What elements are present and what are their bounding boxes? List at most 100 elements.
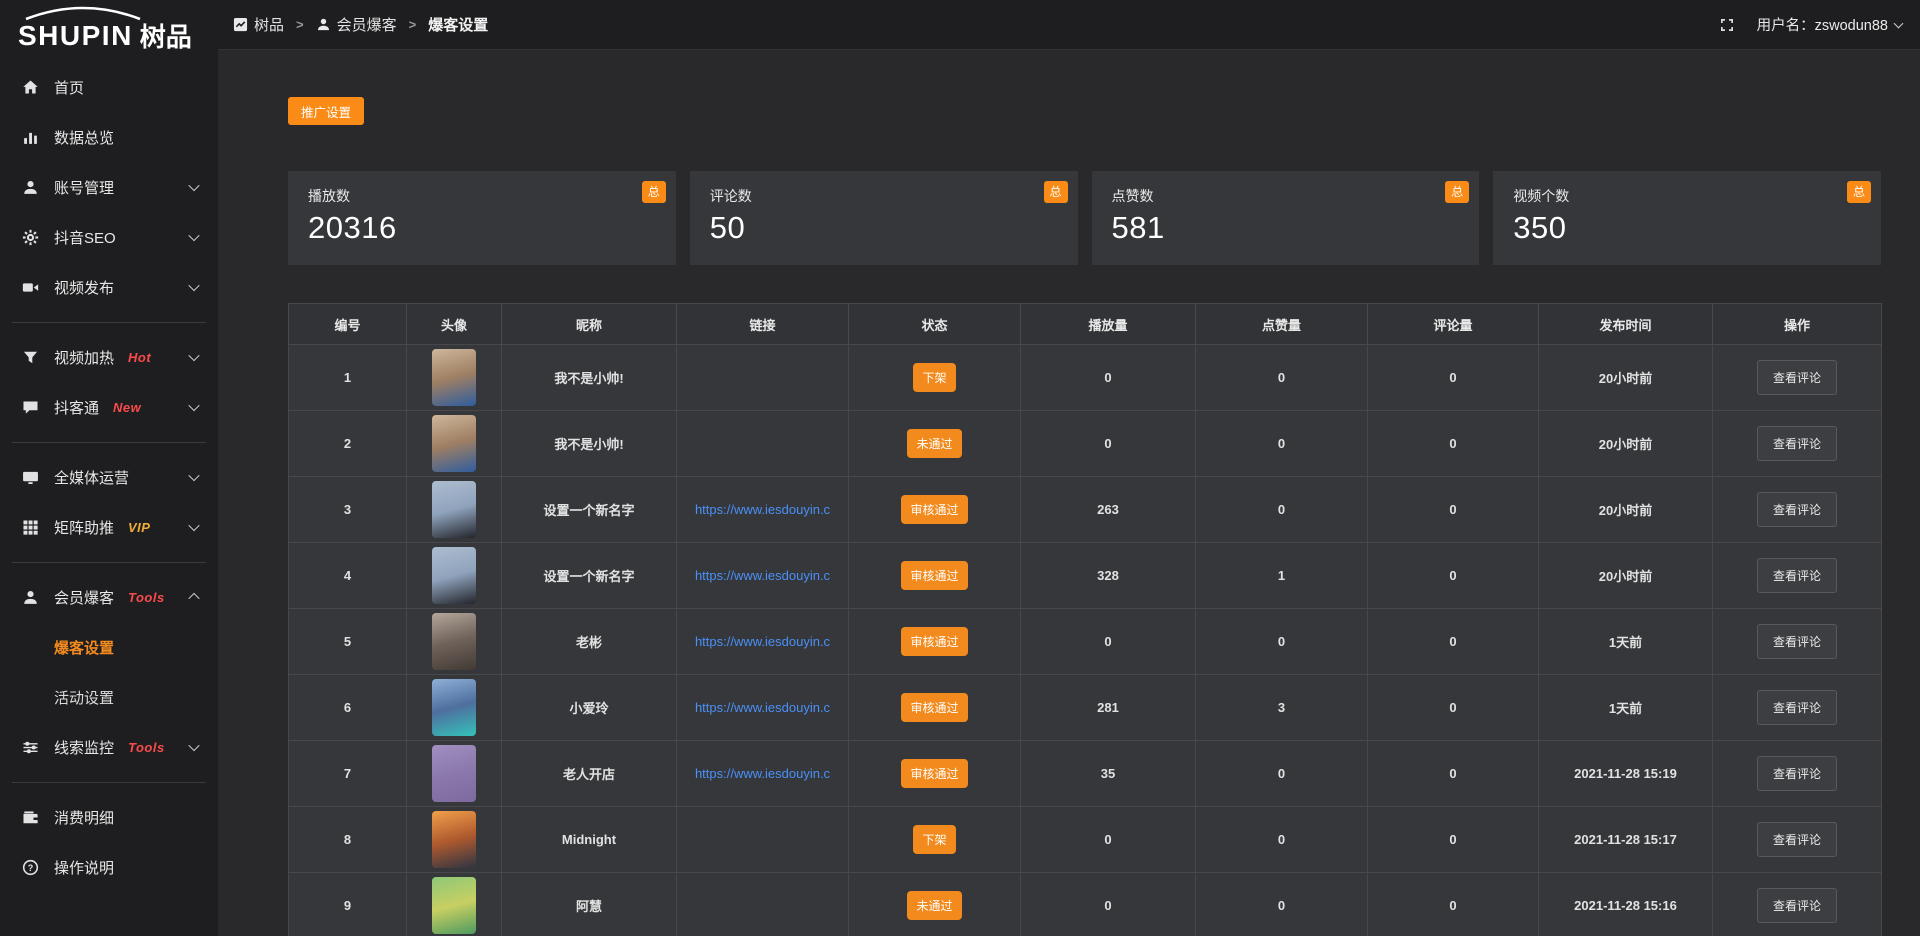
view-comments-button[interactable]: 查看评论 [1757, 558, 1837, 593]
view-comments-button[interactable]: 查看评论 [1757, 426, 1837, 461]
sidebar-item[interactable]: 线索监控Tools [0, 722, 218, 772]
status-badge: 审核通过 [901, 627, 967, 656]
video-table-wrap: 编号头像昵称链接状态播放量点赞量评论量发布时间操作 1我不是小帅!下架00020… [288, 303, 1881, 936]
sidebar-item[interactable]: 消费明细 [0, 792, 218, 842]
sidebar-subitem-label: 活动设置 [54, 687, 114, 708]
username-menu[interactable]: 用户名：zswodun88 [1757, 14, 1902, 35]
cell-status: 审核通过 [849, 675, 1021, 741]
member-icon [22, 589, 39, 606]
column-header: 链接 [677, 304, 849, 345]
cell-link [677, 807, 849, 873]
column-header: 点赞量 [1196, 304, 1368, 345]
cell-action: 查看评论 [1713, 477, 1882, 543]
video-link[interactable]: https://www.iesdouyin.c [678, 700, 847, 715]
cell-likes: 0 [1196, 741, 1368, 807]
cell-id: 6 [289, 675, 407, 741]
table-row: 5老彬https://www.iesdouyin.c审核通过0001天前查看评论 [289, 609, 1882, 675]
stat-card-label: 播放数 [308, 186, 656, 206]
view-comments-button[interactable]: 查看评论 [1757, 756, 1837, 791]
sidebar-item[interactable]: 矩阵助推VIP [0, 502, 218, 552]
cell-status: 审核通过 [849, 477, 1021, 543]
table-row: 2我不是小帅!未通过00020小时前查看评论 [289, 411, 1882, 477]
cell-comments: 0 [1368, 543, 1539, 609]
view-comments-button[interactable]: 查看评论 [1757, 360, 1837, 395]
cell-plays: 0 [1021, 609, 1196, 675]
topbar: 树品>会员爆客>爆客设置 用户名：zswodun88 [218, 0, 1920, 50]
sidebar-item[interactable]: 全媒体运营 [0, 452, 218, 502]
sidebar-item[interactable]: 视频发布 [0, 262, 218, 312]
view-comments-button[interactable]: 查看评论 [1757, 822, 1837, 857]
sidebar-subitem[interactable]: 活动设置 [0, 672, 218, 722]
view-comments-button[interactable]: 查看评论 [1757, 492, 1837, 527]
dashboard-icon [233, 17, 248, 32]
cell-nickname: 设置一个新名字 [502, 477, 677, 543]
cell-id: 4 [289, 543, 407, 609]
sidebar-item[interactable]: 数据总览 [0, 112, 218, 162]
breadcrumb-item[interactable]: 爆客设置 [428, 14, 488, 35]
sidebar-item[interactable]: 抖音SEO [0, 212, 218, 262]
sidebar-item-label: 线索监控 [54, 737, 114, 758]
chevron-down-icon [188, 350, 199, 361]
stat-card: 播放数20316总 [288, 171, 676, 265]
cell-id: 3 [289, 477, 407, 543]
cell-status: 审核通过 [849, 741, 1021, 807]
cell-time: 1天前 [1539, 675, 1713, 741]
fullscreen-icon[interactable] [1719, 17, 1735, 33]
view-comments-button[interactable]: 查看评论 [1757, 888, 1837, 923]
status-badge: 审核通过 [901, 561, 967, 590]
breadcrumb-label: 会员爆客 [337, 14, 397, 35]
status-badge: 审核通过 [901, 693, 967, 722]
cell-status: 未通过 [849, 411, 1021, 477]
view-comments-button[interactable]: 查看评论 [1757, 690, 1837, 725]
sidebar-item[interactable]: 抖客通New [0, 382, 218, 432]
column-header: 编号 [289, 304, 407, 345]
video-link[interactable]: https://www.iesdouyin.c [678, 502, 847, 517]
table-row: 8Midnight下架0002021-11-28 15:17查看评论 [289, 807, 1882, 873]
stat-card-value: 581 [1112, 210, 1460, 246]
column-header: 状态 [849, 304, 1021, 345]
chevron-down-icon [188, 400, 199, 411]
breadcrumb-item[interactable]: 会员爆客 [316, 14, 397, 35]
chevron-down-icon [188, 280, 199, 291]
sidebar-item[interactable]: 账号管理 [0, 162, 218, 212]
cell-plays: 328 [1021, 543, 1196, 609]
cell-time: 20小时前 [1539, 345, 1713, 411]
column-header: 评论量 [1368, 304, 1539, 345]
total-badge: 总 [1044, 181, 1068, 203]
cell-action: 查看评论 [1713, 609, 1882, 675]
promo-settings-button[interactable]: 推广设置 [288, 97, 364, 125]
sidebar-item[interactable]: 会员爆客Tools [0, 572, 218, 622]
breadcrumb-label: 爆客设置 [428, 14, 488, 35]
help-icon: ? [22, 859, 39, 876]
cell-status: 审核通过 [849, 543, 1021, 609]
brand-logo-cn: 树品 [140, 24, 192, 62]
column-header: 发布时间 [1539, 304, 1713, 345]
sidebar-item[interactable]: 视频加热Hot [0, 332, 218, 382]
stats-cards: 播放数20316总评论数50总点赞数581总视频个数350总 [288, 171, 1881, 265]
video-link[interactable]: https://www.iesdouyin.c [678, 634, 847, 649]
sidebar-subitem[interactable]: 爆客设置 [0, 622, 218, 672]
brand-logo[interactable]: SHUPIN 树品 [0, 0, 218, 62]
chevron-down-icon [188, 180, 199, 191]
cell-nickname: 老人开店 [502, 741, 677, 807]
video-link[interactable]: https://www.iesdouyin.c [678, 568, 847, 583]
chevron-down-icon [188, 470, 199, 481]
cell-comments: 0 [1368, 345, 1539, 411]
cell-id: 8 [289, 807, 407, 873]
cell-link: https://www.iesdouyin.c [677, 675, 849, 741]
sidebar-item[interactable]: 首页 [0, 62, 218, 112]
video-table: 编号头像昵称链接状态播放量点赞量评论量发布时间操作 1我不是小帅!下架00020… [288, 303, 1882, 936]
wallet-icon [22, 809, 39, 826]
cell-status: 审核通过 [849, 609, 1021, 675]
cell-id: 5 [289, 609, 407, 675]
sidebar-item-label: 会员爆客 [54, 587, 114, 608]
sidebar-item[interactable]: ? 操作说明 [0, 842, 218, 892]
video-link[interactable]: https://www.iesdouyin.c [678, 766, 847, 781]
cell-avatar [407, 807, 502, 873]
cell-action: 查看评论 [1713, 873, 1882, 936]
sidebar-item-label: 操作说明 [54, 857, 114, 878]
view-comments-button[interactable]: 查看评论 [1757, 624, 1837, 659]
breadcrumb-item[interactable]: 树品 [233, 14, 284, 35]
sidebar-submenu: 爆客设置活动设置 [0, 622, 218, 722]
cell-comments: 0 [1368, 873, 1539, 936]
